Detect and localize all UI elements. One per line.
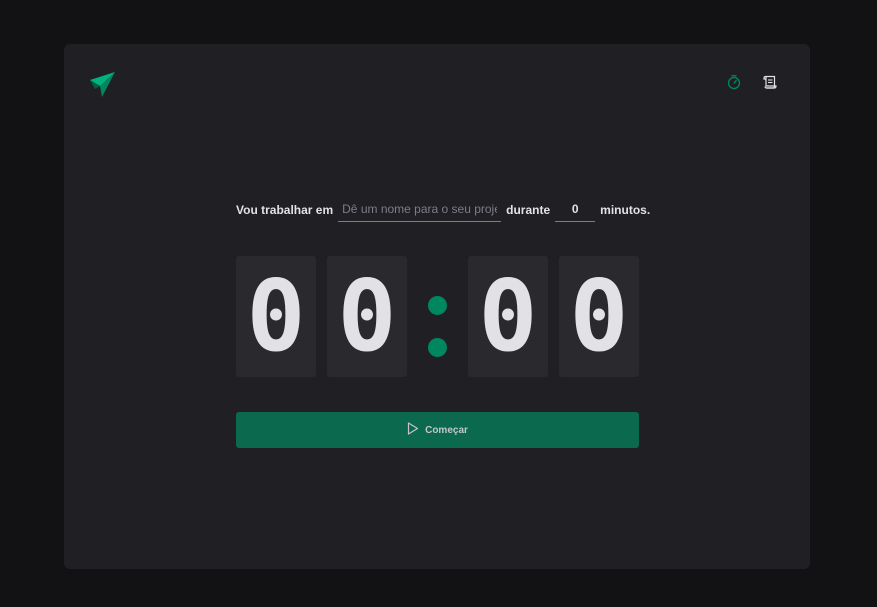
logo-icon <box>89 71 117 99</box>
task-form: Vou trabalhar em durante minutos. <box>236 198 650 222</box>
countdown-display: 0 0 0 0 <box>236 256 639 377</box>
timer-icon <box>726 74 742 95</box>
app-container: Vou trabalhar em durante minutos. 0 0 0 … <box>64 44 810 569</box>
task-label: Vou trabalhar em <box>236 203 334 217</box>
separator-dot-top <box>428 296 447 315</box>
start-button[interactable]: Começar <box>236 412 639 448</box>
history-nav-button[interactable] <box>760 74 780 94</box>
seconds-tens-digit: 0 <box>468 256 548 377</box>
minutes-label: minutos. <box>600 203 651 217</box>
header-nav <box>724 74 780 94</box>
minutes-tens-digit: 0 <box>236 256 316 377</box>
separator-dot-bottom <box>428 338 447 357</box>
timer-nav-button[interactable] <box>724 74 744 94</box>
minutes-ones-digit: 0 <box>327 256 407 377</box>
task-input[interactable] <box>338 198 502 222</box>
scroll-icon <box>762 74 778 95</box>
play-icon <box>407 422 419 438</box>
start-button-label: Começar <box>425 424 468 436</box>
minutes-input[interactable] <box>555 198 596 222</box>
seconds-ones-digit: 0 <box>559 256 639 377</box>
countdown-separator <box>407 256 468 377</box>
duration-label: durante <box>506 203 551 217</box>
